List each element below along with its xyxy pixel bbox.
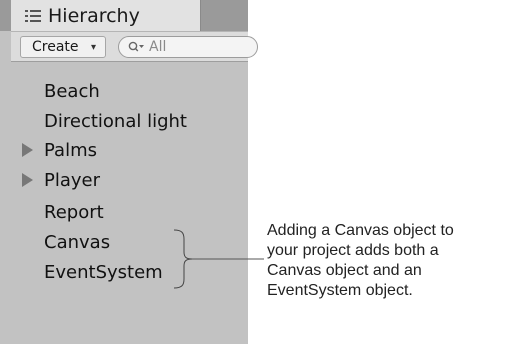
hierarchy-toolbar: Create ▾ All xyxy=(11,31,258,62)
create-button-label: Create xyxy=(32,39,79,55)
expand-arrow-icon[interactable] xyxy=(22,143,33,157)
tree-item-eventsystem[interactable]: EventSystem xyxy=(44,262,163,284)
annotation-leader-line xyxy=(192,258,264,260)
annotation-line: EventSystem object. xyxy=(267,282,413,299)
annotation-line: your project adds both a xyxy=(267,242,439,259)
chevron-down-icon: ▾ xyxy=(91,42,97,53)
search-placeholder: All xyxy=(149,39,167,55)
tree-item-player[interactable]: Player xyxy=(44,170,100,192)
tree-item-canvas[interactable]: Canvas xyxy=(44,232,110,254)
tree-item-palms[interactable]: Palms xyxy=(44,140,97,162)
search-input[interactable]: All xyxy=(118,36,258,58)
annotation-line: Canvas object and an xyxy=(267,262,422,279)
search-icon xyxy=(128,41,144,52)
tab-title: Hierarchy xyxy=(48,5,140,27)
tree-item-beach[interactable]: Beach xyxy=(44,81,100,103)
annotation-text: Adding a Canvas object to your project a… xyxy=(267,221,507,301)
list-icon xyxy=(25,10,41,22)
annotation-line: Adding a Canvas object to xyxy=(267,222,454,239)
hierarchy-panel: Hierarchy Create ▾ All Beach Directional… xyxy=(0,0,258,344)
expand-arrow-icon[interactable] xyxy=(22,173,33,187)
create-button[interactable]: Create ▾ xyxy=(20,36,106,58)
tree-item-report[interactable]: Report xyxy=(44,202,104,224)
tree-item-directional-light[interactable]: Directional light xyxy=(44,111,187,133)
tab-hierarchy[interactable]: Hierarchy xyxy=(11,0,201,31)
